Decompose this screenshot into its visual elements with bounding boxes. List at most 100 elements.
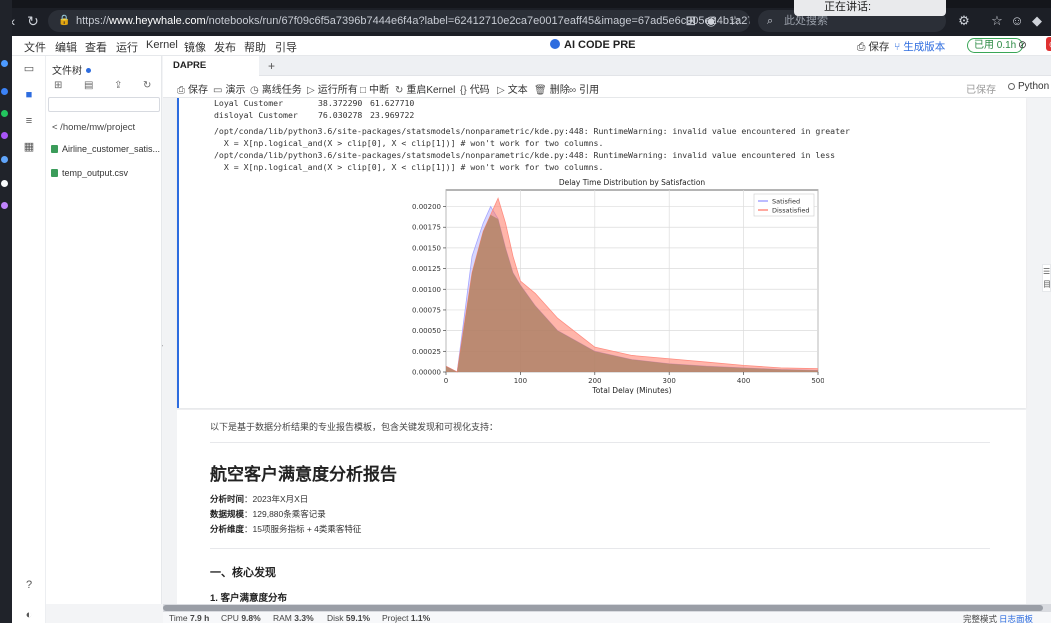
scrollbar-thumb[interactable] <box>163 605 1043 611</box>
run-all-button[interactable]: ▷ 运行所有 <box>307 81 358 96</box>
file-search-input[interactable] <box>48 97 160 112</box>
tab-dapre[interactable]: DAPRE <box>163 56 259 76</box>
file-item[interactable]: temp_output.csv <box>51 168 161 178</box>
app-logo-icon <box>550 39 560 49</box>
horizontal-scrollbar[interactable] <box>163 604 1051 612</box>
file-icon <box>51 145 58 153</box>
new-folder-icon[interactable]: ⊞ <box>54 80 62 91</box>
kernel-label: Python 3 <box>1018 81 1051 92</box>
notebook-toolbar: ⎙ 保存 ▭ 演示 ◷ 离线任务 ▷ 运行所有 □ 中断 ↻ 重启Kernel {} 代码 ▷… <box>163 76 1051 98</box>
meta-label: 数据规模 <box>210 509 245 519</box>
quote-button[interactable]: ∞ 引用 <box>569 81 599 96</box>
log-panel-toggle[interactable]: 日志面板 <box>999 613 1033 623</box>
menu-image[interactable]: 镜像 <box>184 39 206 55</box>
warning-line: /opt/conda/lib/python3.6/site-packages/s… <box>214 126 850 136</box>
calculator-icon[interactable]: ▦ <box>22 140 36 154</box>
table-cell: 61.627710 <box>370 98 415 108</box>
stop-icon: □ <box>360 85 367 96</box>
file-tree-title-text: 文件树 <box>52 66 82 77</box>
files-icon[interactable]: ■ <box>22 88 36 102</box>
add-tab-icon[interactable]: + <box>268 59 275 73</box>
y-tick-label: 0.00025 <box>412 348 441 356</box>
status-time-label: Time <box>169 613 188 623</box>
text-label: 文本 <box>507 85 528 96</box>
text-cell-button[interactable]: ▷ 文本 <box>497 81 528 96</box>
save-button[interactable]: ⎙ 保存 <box>857 39 889 54</box>
grid-icon[interactable]: ⊞ <box>682 12 700 30</box>
favorites-icon[interactable]: ☆ <box>988 12 1006 30</box>
toc-toggle-icon[interactable]: ☰ 目 <box>1042 264 1051 292</box>
menu-publish[interactable]: 发布 <box>214 39 236 55</box>
folder-icon[interactable]: ▭ <box>22 62 36 76</box>
status-cpu: CPU 9.8% <box>221 613 261 623</box>
offline-task-label: 离线任务 <box>261 85 302 96</box>
settings-icon[interactable]: ⚙ <box>955 12 973 30</box>
app-dot-icon[interactable] <box>1 132 8 139</box>
app-dot-icon[interactable] <box>1 180 8 187</box>
app-dot-icon[interactable] <box>1 110 8 117</box>
table-cell: 23.969722 <box>370 110 415 120</box>
refresh-icon[interactable]: ↻ <box>143 80 151 91</box>
menu-file[interactable]: 文件 <box>24 39 46 55</box>
app-dot-icon[interactable] <box>1 60 8 67</box>
saved-state: 已保存 <box>966 85 996 96</box>
toolbar-save-label: 保存 <box>188 85 208 96</box>
reload-icon[interactable]: ↻ <box>24 12 42 30</box>
extension-icon[interactable]: ◉ <box>702 12 720 30</box>
y-tick-label: 0.00100 <box>412 286 441 294</box>
divider <box>210 442 990 443</box>
copilot-icon[interactable]: ◆ <box>1028 12 1046 30</box>
status-dot-icon <box>86 68 91 73</box>
menu-kernel[interactable]: Kernel <box>146 39 178 51</box>
menu-view[interactable]: 查看 <box>85 39 107 55</box>
help-icon[interactable]: ? <box>22 578 36 592</box>
generate-version-button[interactable]: ⑂ 生成版本 <box>894 39 945 54</box>
present-button[interactable]: ▭ 演示 <box>213 81 245 96</box>
breadcrumb[interactable]: < /home/mw/project <box>52 122 135 133</box>
new-file-icon[interactable]: ▤ <box>84 80 93 91</box>
file-tree-title: 文件树 <box>52 62 91 77</box>
x-tick-label: 500 <box>811 377 824 385</box>
full-mode-toggle[interactable]: 完整模式 <box>963 613 997 623</box>
theme-icon[interactable]: ◐ <box>22 608 36 622</box>
restart-kernel-label: 重启Kernel <box>406 85 456 96</box>
status-project-label: Project <box>382 613 409 623</box>
app-dot-icon[interactable] <box>1 88 8 95</box>
x-tick-label: 400 <box>737 377 750 385</box>
link-icon[interactable]: ⊘ <box>1018 39 1027 51</box>
toolbar-save-button[interactable]: ⎙ 保存 <box>177 81 208 96</box>
restart-kernel-button[interactable]: ↻ 重启Kernel <box>395 81 455 96</box>
code-cell-button[interactable]: {} 代码 <box>460 81 490 96</box>
x-tick-label: 200 <box>588 377 601 385</box>
menu-edit[interactable]: 编辑 <box>55 39 77 55</box>
status-project: Project 1.1% <box>382 613 430 623</box>
app-dot-icon[interactable] <box>1 202 8 209</box>
markdown-cell[interactable]: 以下是基于数据分析结果的专业报告模板，包含关键发现和可视化支持： 航空客户满意度… <box>177 410 1026 610</box>
interrupt-button[interactable]: □ 中断 <box>360 81 389 96</box>
y-tick-label: 0.00050 <box>412 327 441 335</box>
browser-search-placeholder: 此处搜索 <box>784 15 828 27</box>
save-label: 保存 <box>868 41 890 53</box>
file-item[interactable]: Airline_customer_satis... <box>51 144 161 154</box>
kernel-indicator[interactable]: Python 3 <box>1008 81 1051 92</box>
star-icon[interactable]: ☆ <box>726 12 744 30</box>
file-tree-panel: 文件树 ⊞ ▤ ⇪ ↻ ⌕ < /home/mw/project Airline… <box>46 56 162 604</box>
output-cell[interactable]: Loyal Customer 38.372290 61.627710 disloya… <box>177 98 1026 408</box>
notebook-area: DAPRE + ⎙ 保存 ▭ 演示 ◷ 离线任务 ▷ 运行所有 □ 中断 ↻ 重启Kerne… <box>163 56 1051 610</box>
avatar[interactable]: ◉ <box>1046 37 1051 51</box>
address-bar[interactable]: 🔒 https://www.heywhale.com/notebooks/run/… <box>48 10 750 32</box>
clock-icon: ◷ <box>250 85 259 96</box>
usage-badge[interactable]: 已用 0.1h <box>967 38 1024 53</box>
menu-run[interactable]: 运行 <box>116 39 138 55</box>
menu-help[interactable]: 帮助 <box>244 39 266 55</box>
upload-icon[interactable]: ⇪ <box>114 80 122 91</box>
database-icon[interactable]: ≡ <box>22 114 36 128</box>
profile-icon[interactable]: ☺ <box>1008 12 1026 30</box>
delete-button[interactable]: 🗑 删除 <box>534 81 570 96</box>
offline-task-button[interactable]: ◷ 离线任务 <box>250 81 302 96</box>
file-name: Airline_customer_satis... <box>62 144 161 154</box>
save-icon: ⎙ <box>177 85 185 96</box>
app-dot-icon[interactable] <box>1 156 8 163</box>
menu-guide[interactable]: 引导 <box>275 39 297 55</box>
table-cell: 38.372290 <box>318 98 363 108</box>
